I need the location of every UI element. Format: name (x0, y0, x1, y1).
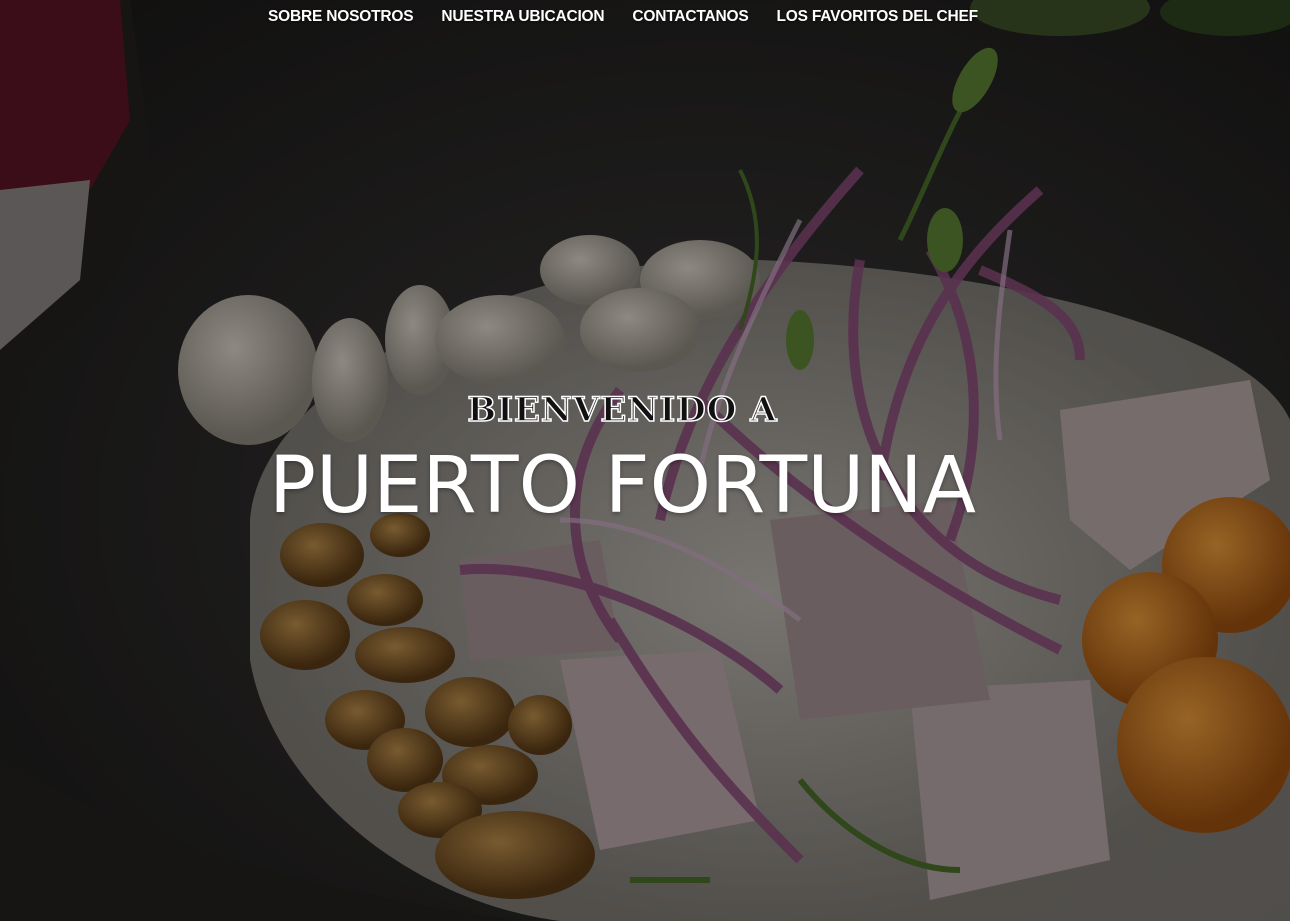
main-navigation: SOBRE NOSOTROS NUESTRA UBICACION CONTACT… (0, 0, 1290, 34)
hero-kicker: BIENVENIDO A (467, 389, 778, 431)
nav-link-sobre-nosotros[interactable]: SOBRE NOSOTROS (268, 8, 414, 26)
hero-welcome: BIENVENIDO A PUERTO FORTUNA (0, 389, 1245, 531)
nav-link-nuestra-ubicacion[interactable]: NUESTRA UBICACION (441, 8, 604, 26)
hero-section: SOBRE NOSOTROS NUESTRA UBICACION CONTACT… (0, 0, 1290, 921)
nav-link-contactanos[interactable]: CONTACTANOS (632, 8, 748, 26)
hero-title: PUERTO FORTUNA (269, 441, 976, 531)
nav-link-favoritos-del-chef[interactable]: LOS FAVORITOS DEL CHEF (776, 8, 978, 26)
